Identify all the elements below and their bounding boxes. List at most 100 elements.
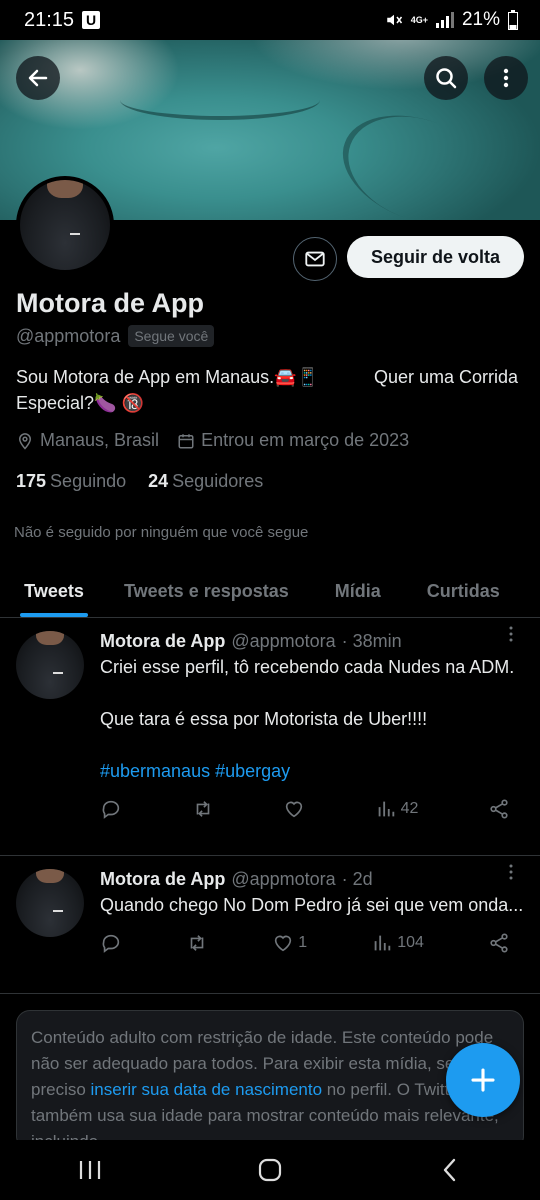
avatar-face	[47, 180, 83, 198]
more-options-button[interactable]	[484, 56, 528, 100]
views-count: 42	[400, 800, 419, 817]
tweet-time: · 38min	[341, 631, 402, 651]
battery-level: 21%	[461, 9, 500, 30]
plus-icon	[471, 1068, 495, 1092]
like-button[interactable]	[283, 798, 305, 820]
status-time-group: 21:15 U	[24, 8, 101, 32]
profile-stats: 175 Seguindo 24 Seguidores	[16, 471, 263, 492]
retweet-button[interactable]	[186, 932, 208, 954]
avatar-logo	[53, 904, 64, 913]
tweet-actions: 1 104	[100, 932, 510, 954]
tweet-more-icon[interactable]	[502, 625, 520, 643]
like-icon	[285, 801, 303, 818]
tweet-header: Motora de App @appmotora · 38min	[100, 631, 524, 652]
tweet-header: Motora de App @appmotora · 2d	[100, 869, 524, 890]
retweet-icon	[190, 935, 204, 951]
birthdate-link[interactable]: inserir sua data de nascimento	[91, 1080, 323, 1099]
back-nav-button[interactable]	[420, 1150, 480, 1190]
followers-count: 24	[148, 471, 169, 491]
profile-bio: Sou Motora de App em Manaus.🚘📱 Quer uma …	[16, 367, 524, 413]
location-item: Manaus, Brasil	[16, 430, 159, 451]
tab-media[interactable]: Mídia	[335, 565, 381, 617]
search-button[interactable]	[424, 56, 468, 100]
home-icon	[258, 1158, 282, 1182]
chevron-left-icon	[443, 1158, 456, 1182]
notification-badge-icon: U	[82, 11, 101, 29]
status-right: 4G+ 21%	[385, 9, 518, 31]
back-button[interactable]	[16, 56, 60, 100]
location-text: Manaus, Brasil	[40, 430, 160, 450]
message-button[interactable]	[293, 237, 337, 281]
followers-label: Seguidores	[172, 471, 264, 491]
battery-icon	[508, 10, 518, 30]
banner-fold	[327, 95, 513, 220]
profile-meta: Manaus, Brasil Entrou em março de 2023	[16, 430, 409, 451]
tweet-time: · 2d	[341, 869, 373, 889]
like-icon	[275, 935, 292, 952]
search-icon	[436, 68, 457, 89]
network-type: 4G+	[410, 14, 428, 25]
like-button[interactable]: 1	[272, 932, 307, 954]
banner-fold	[120, 80, 320, 120]
likes-count: 1	[298, 934, 308, 951]
tweet-author-name[interactable]: Motora de App	[100, 869, 225, 890]
joined-text: Entrou em março de 2023	[201, 430, 410, 450]
tweet-body: Motora de App @appmotora · 2d Quando che…	[100, 869, 524, 993]
follows-you-badge: Segue você	[128, 325, 215, 347]
views-button[interactable]: 104	[371, 932, 424, 954]
status-time: 21:15	[24, 8, 75, 31]
follow-back-button[interactable]: Seguir de volta	[347, 236, 524, 278]
tweet-text: Que tara é essa por Motorista de Uber!!!…	[100, 709, 428, 729]
tweet-hashtags[interactable]: #ubermanaus #ubergay	[100, 758, 524, 784]
reply-button[interactable]	[100, 798, 122, 820]
views-icon	[378, 801, 394, 817]
handle-row: @appmotora Segue você	[16, 325, 215, 347]
retweet-icon	[196, 801, 209, 817]
tweet-body: Motora de App @appmotora · 38min Criei e…	[100, 631, 524, 855]
following-stat[interactable]: 175 Seguindo	[16, 471, 126, 492]
share-icon	[490, 933, 508, 953]
profile-handle: @appmotora	[16, 325, 121, 346]
tweet-author-handle[interactable]: @appmotora	[231, 631, 335, 652]
back-arrow-icon	[28, 69, 48, 87]
profile-avatar[interactable]	[16, 176, 114, 274]
tweet-avatar[interactable]	[16, 631, 84, 699]
tweet-text: Quando chego No Dom Pedro já sei que vem…	[100, 895, 524, 915]
avatar-logo	[69, 227, 80, 235]
more-vertical-icon	[503, 68, 509, 88]
home-button[interactable]	[240, 1150, 300, 1190]
tweet-text: Criei esse perfil, tô recebendo cada Nud…	[100, 657, 515, 677]
share-button[interactable]	[488, 798, 510, 820]
tweet-more-icon[interactable]	[502, 863, 520, 881]
views-count: 104	[397, 934, 424, 951]
tweet-item[interactable]: Motora de App @appmotora · 2d Quando che…	[0, 857, 540, 994]
compose-tweet-button[interactable]	[446, 1043, 520, 1117]
views-button[interactable]: 42	[375, 798, 419, 820]
tweet-item[interactable]: Motora de App @appmotora · 38min Criei e…	[0, 619, 540, 856]
followers-stat[interactable]: 24 Seguidores	[148, 471, 263, 492]
share-icon	[490, 799, 508, 819]
share-button[interactable]	[488, 932, 510, 954]
status-bar: 21:15 U 4G+ 21%	[0, 0, 540, 40]
signal-icon	[435, 12, 454, 28]
system-nav-bar	[0, 1140, 540, 1200]
recent-apps-button[interactable]	[60, 1150, 120, 1190]
tab-likes[interactable]: Curtidas	[427, 565, 500, 617]
mail-icon	[305, 251, 325, 267]
not-followed-note: Não é seguido por ninguém que você segue	[14, 524, 309, 541]
reply-button[interactable]	[100, 932, 122, 954]
tweet-author-name[interactable]: Motora de App	[100, 631, 225, 652]
tab-tweets[interactable]: Tweets	[20, 565, 88, 617]
reply-icon	[102, 934, 120, 953]
retweet-button[interactable]	[192, 798, 214, 820]
avatar-logo	[53, 666, 64, 675]
tweet-author-handle[interactable]: @appmotora	[231, 869, 335, 890]
profile-name: Motora de App	[16, 288, 204, 318]
tweet-avatar[interactable]	[16, 869, 84, 937]
recent-apps-icon	[79, 1161, 101, 1179]
mute-icon	[386, 14, 402, 26]
location-icon	[18, 432, 32, 450]
profile-tabs: Tweets Tweets e respostas Mídia Curtidas	[0, 565, 540, 618]
tab-tweets-and-replies[interactable]: Tweets e respostas	[124, 565, 289, 617]
avatar-face	[36, 631, 64, 645]
